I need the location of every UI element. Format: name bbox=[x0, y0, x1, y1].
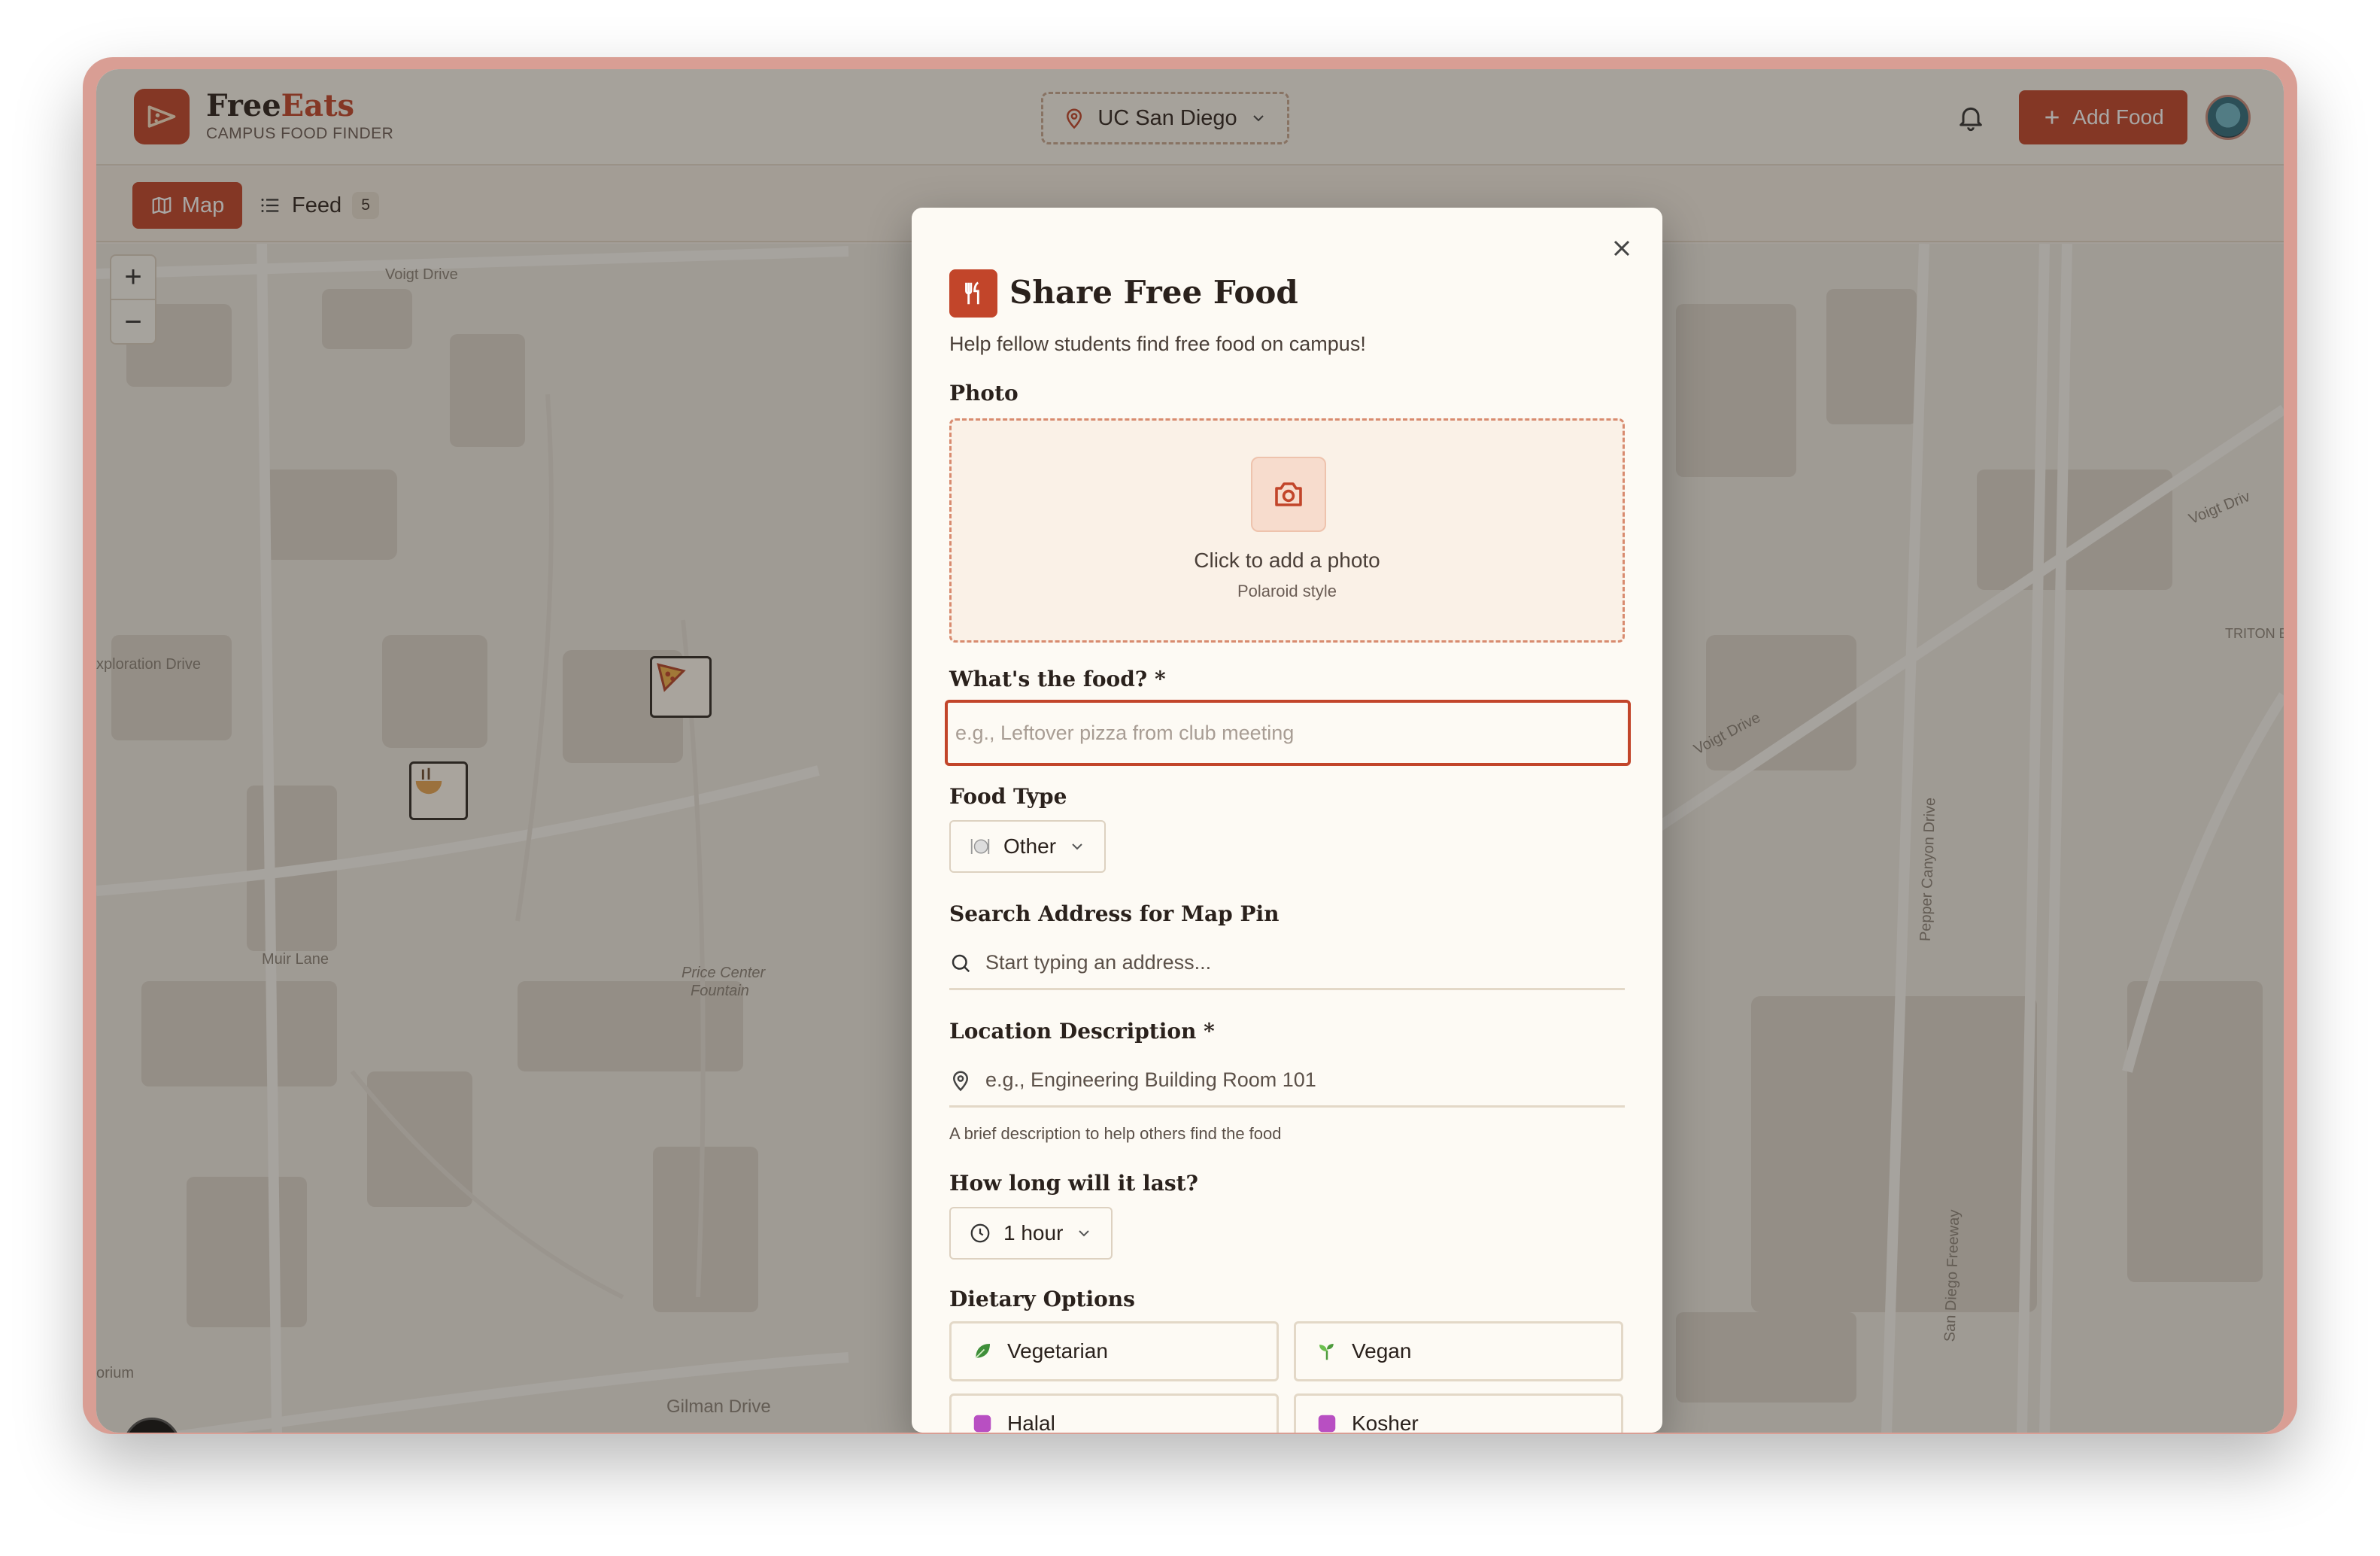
dietary-option-vegan[interactable]: Vegan bbox=[1294, 1321, 1623, 1381]
location-description-field[interactable] bbox=[949, 1055, 1625, 1108]
food-type-value: Other bbox=[1003, 834, 1057, 858]
dietary-option-label: Vegan bbox=[1352, 1339, 1412, 1363]
dietary-option-kosher[interactable]: Kosher bbox=[1294, 1393, 1623, 1433]
app-window: FreeEats CAMPUS FOOD FINDER UC San Diego… bbox=[96, 69, 2284, 1433]
photo-label: Photo bbox=[949, 381, 1018, 406]
dietary-label: Dietary Options bbox=[949, 1287, 1135, 1311]
location-label: Location Description * bbox=[949, 1019, 1215, 1044]
photo-sub-text: Polaroid style bbox=[1237, 582, 1337, 600]
food-type-label: Food Type bbox=[949, 784, 1067, 809]
leaf-icon bbox=[975, 1344, 990, 1359]
photo-main-text: Click to add a photo bbox=[1194, 549, 1380, 572]
dietary-option-label: Halal bbox=[1007, 1412, 1055, 1433]
address-search-field[interactable] bbox=[949, 938, 1625, 990]
sprout-icon bbox=[1319, 1344, 1334, 1360]
chevron-down-icon bbox=[1079, 1230, 1090, 1237]
dietary-option-label: Kosher bbox=[1352, 1412, 1419, 1433]
food-label: What's the food? * bbox=[949, 667, 1166, 691]
address-search-input[interactable] bbox=[985, 951, 1602, 974]
food-type-select[interactable]: Other bbox=[949, 820, 1107, 873]
location-pin-icon bbox=[952, 1071, 969, 1091]
modal-title: Share Free Food bbox=[1009, 274, 1298, 311]
fork-knife-icon bbox=[949, 269, 997, 318]
close-icon[interactable] bbox=[1608, 235, 1635, 262]
location-description-input[interactable] bbox=[985, 1068, 1602, 1092]
location-help-text: A brief description to help others find … bbox=[949, 1124, 1282, 1143]
chevron-down-icon bbox=[1072, 843, 1082, 850]
duration-label: How long will it last? bbox=[949, 1171, 1198, 1196]
modal-subtitle: Help fellow students find free food on c… bbox=[949, 333, 1366, 355]
dietary-option-vegetarian[interactable]: Vegetarian bbox=[949, 1321, 1279, 1381]
dietary-option-label: Vegetarian bbox=[1007, 1339, 1108, 1363]
kosher-icon bbox=[1318, 1415, 1336, 1433]
duration-select[interactable]: 1 hour bbox=[949, 1207, 1113, 1260]
dietary-option-halal[interactable]: Halal bbox=[949, 1393, 1279, 1433]
search-icon bbox=[952, 954, 970, 972]
address-label: Search Address for Map Pin bbox=[949, 901, 1280, 926]
camera-icon bbox=[1251, 457, 1326, 532]
food-name-input[interactable] bbox=[945, 700, 1631, 766]
plate-icon bbox=[970, 839, 990, 854]
photo-upload-area[interactable]: Click to add a photo Polaroid style bbox=[949, 418, 1625, 643]
clock-icon bbox=[970, 1223, 990, 1243]
duration-value: 1 hour bbox=[1003, 1221, 1064, 1244]
halal-icon bbox=[973, 1415, 991, 1433]
share-food-modal: Share Free Food Help fellow students fin… bbox=[912, 208, 1662, 1433]
